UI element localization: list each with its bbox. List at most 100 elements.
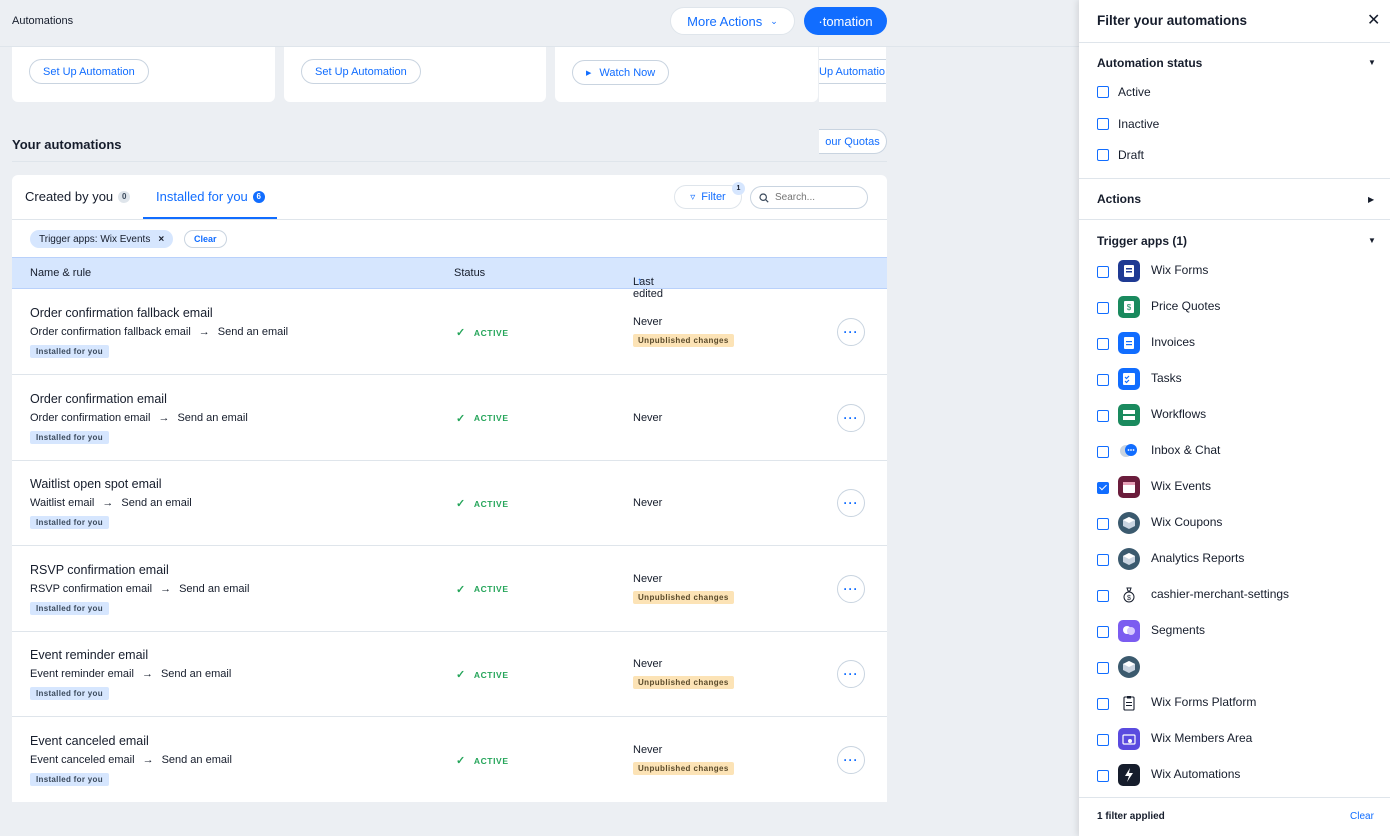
trigger-app-checkbox[interactable] [1097,266,1109,278]
filter-sidebar: Filter your automations ✕ Automation sta… [1079,0,1390,836]
automation-name: Event canceled email [30,734,149,748]
last-edited: Never [633,658,663,671]
caret-down-icon[interactable]: ▼ [1368,236,1376,245]
last-edited: Never [633,744,663,756]
rule-trigger: Event reminder email [30,668,134,681]
trigger-app-checkbox[interactable] [1097,338,1109,350]
table-header: Name & rule Status Last edited ↑ [12,257,887,300]
forms-icon [1118,260,1140,282]
table-row[interactable]: Order confirmation fallback email Order … [12,289,887,375]
remove-chip-icon[interactable]: × [158,234,164,245]
rule-trigger: Order confirmation fallback email [30,326,191,338]
trigger-app-checkbox[interactable] [1097,590,1109,602]
trigger-app-checkbox[interactable] [1097,410,1109,422]
play-icon: ▶ [586,69,592,77]
section-title: Your automations [12,137,122,152]
tab-created-by-you[interactable]: Created by you 0 [25,189,131,204]
set-up-automation-button[interactable]: Set Up Automation [301,59,421,84]
trigger-app-checkbox[interactable] [1097,770,1109,782]
trigger-app-checkbox[interactable] [1097,626,1109,638]
tab-installed-for-you[interactable]: Installed for you 6 [156,189,265,204]
search-box[interactable] [750,186,868,209]
status-checkbox[interactable] [1097,86,1109,98]
table-row[interactable]: Event reminder email Event reminder emai… [12,631,887,718]
more-actions-button[interactable]: More Actions ⌄ [670,7,795,35]
trigger-app-label: Wix Automations [1151,767,1241,781]
caret-down-icon[interactable]: ▼ [1368,58,1376,67]
clear-chips-button[interactable]: Clear [184,230,227,248]
more-options-button[interactable]: ··· [837,403,865,432]
tab-count: 0 [118,190,131,203]
sidebar-title: Filter your automations [1097,13,1248,28]
tab-count: 6 [252,190,265,203]
table-row[interactable]: Waitlist open spot email Waitlist email … [12,460,887,547]
rule-trigger: Event canceled email [30,754,135,766]
automation-rule: Order confirmation email → Send an email [30,412,248,424]
more-options-button[interactable]: ··· [837,489,865,518]
tasks-icon [1118,368,1140,390]
more-icon: ··· [843,753,859,767]
rule-action: Send an email [177,411,248,424]
automation-rule: Order confirmation fallback email → Send… [30,326,288,338]
arrow-right-icon: → [198,326,210,338]
unpublished-badge: Unpublished changes [633,762,734,775]
table-row[interactable]: RSVP confirmation email RSVP confirmatio… [12,546,887,632]
watch-now-button[interactable]: ▶ Watch Now [572,60,670,85]
trigger-app-checkbox[interactable] [1097,698,1109,710]
automation-rule: Event reminder email → Send an email [30,668,231,680]
more-options-button[interactable]: ··· [837,318,865,346]
trigger-app-checkbox[interactable] [1097,482,1109,494]
arrow-right-icon: → [158,411,170,424]
caret-right-icon[interactable]: ▶ [1368,195,1374,204]
clipboard-icon [1118,692,1140,714]
trigger-app-label: Wix Events [1151,479,1212,493]
trigger-app-checkbox[interactable] [1097,554,1109,566]
table-row[interactable]: Event canceled email Event canceled emai… [12,717,887,802]
sidebar-divider [1079,219,1390,220]
trigger-app-checkbox[interactable] [1097,446,1109,458]
more-icon: ··· [843,325,859,339]
actions-heading[interactable]: Actions [1097,192,1141,206]
create-automation-button[interactable]: ·tomation [804,7,887,35]
tab-label: Created by you [25,189,114,204]
cube-icon [1118,548,1140,570]
set-up-automation-button[interactable]: Set Up Automation [29,59,149,84]
more-options-button[interactable]: ··· [837,660,865,689]
cube-icon [1118,656,1140,678]
trigger-app-checkbox[interactable] [1097,374,1109,386]
installed-tag: Installed for you [30,345,109,358]
clear-filters-button[interactable]: Clear [1350,811,1374,822]
template-card: Up Automatio [819,47,886,102]
template-card: Set Up Automation [284,47,546,102]
status-option-label: Active [1118,85,1151,99]
automation-name: Order confirmation email [30,391,167,406]
trigger-app-checkbox[interactable] [1097,662,1109,674]
status-checkbox[interactable] [1097,117,1109,130]
more-options-button[interactable]: ··· [837,746,865,774]
view-quotas-button[interactable]: our Quotas [819,129,887,154]
top-bar: Automations More Actions ⌄ ·tomation [0,0,1079,44]
search-input[interactable] [775,192,860,203]
more-options-button[interactable]: ··· [837,574,865,603]
status-badge: ✓ ACTIVE [456,326,509,339]
trigger-app-checkbox[interactable] [1097,734,1109,746]
table-row[interactable]: Order confirmation email Order confirmat… [12,375,887,461]
chevron-down-icon: ⌄ [770,15,778,26]
automation-name: Event reminder email [30,648,149,663]
trigger-app-checkbox[interactable] [1097,518,1109,530]
check-icon: ✓ [456,669,466,682]
trigger-app-checkbox[interactable] [1097,302,1109,314]
status-checkbox[interactable] [1097,149,1109,161]
close-icon[interactable]: ✕ [1367,10,1380,30]
last-edited: Never [633,411,663,424]
check-icon: ✓ [456,583,466,596]
rule-action: Send an email [161,754,232,766]
set-up-automation-button[interactable]: Up Automatio [819,59,886,84]
rule-action: Send an email [217,326,289,338]
trigger-app-label: Wix Forms Platform [1151,695,1257,709]
video-card: ▶ Watch Now [555,47,818,102]
workflows-icon [1118,404,1140,426]
more-icon: ··· [843,410,859,425]
installed-tag: Installed for you [30,601,109,615]
trigger-app-label: Wix Forms [1151,263,1209,277]
